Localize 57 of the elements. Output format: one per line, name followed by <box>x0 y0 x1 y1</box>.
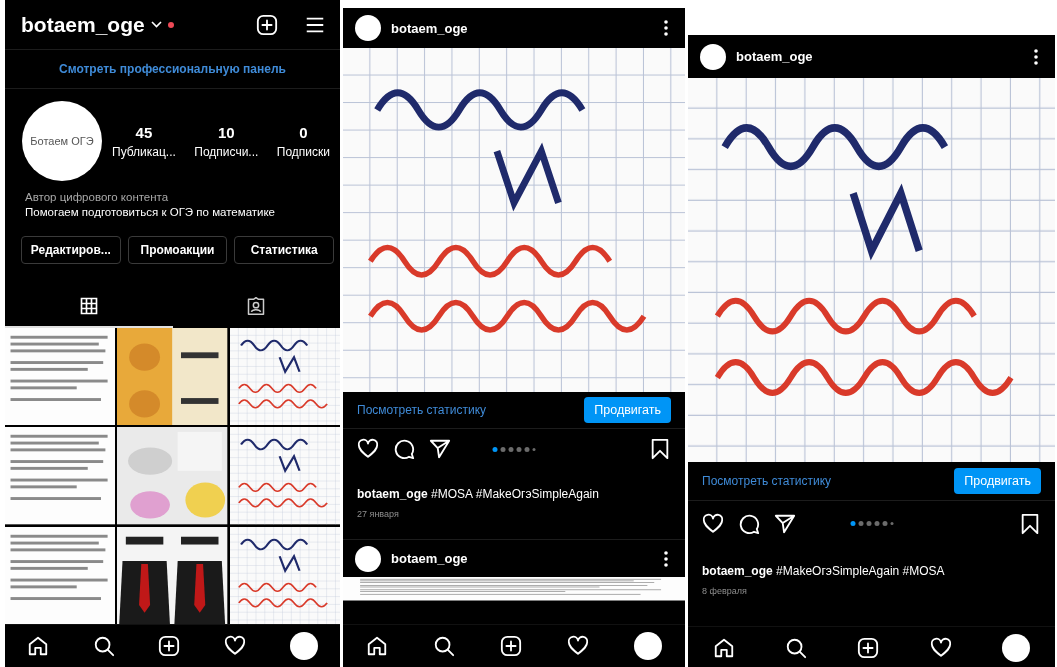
tagged-person-icon <box>246 296 267 316</box>
heart-icon[interactable] <box>929 637 952 659</box>
avatar-icon[interactable] <box>634 632 663 660</box>
post-caption: botaem_oge #MOSA #MakeOгэSimpleAgain <box>357 487 600 501</box>
more-icon[interactable] <box>663 19 669 37</box>
profile-category: Автор цифрового контента <box>25 191 170 203</box>
avatar-icon[interactable] <box>1001 634 1030 662</box>
home-icon[interactable] <box>713 637 736 659</box>
username[interactable]: botaem_oge <box>21 12 145 37</box>
profile-bio: Помогаем подготовиться к ОГЭ по математике <box>25 206 277 218</box>
search-icon[interactable] <box>432 635 455 657</box>
post-username[interactable]: botaem_oge <box>391 20 468 36</box>
grid-icon <box>78 296 99 316</box>
post-avatar[interactable] <box>355 15 381 41</box>
avatar-icon[interactable] <box>290 632 319 660</box>
heart-icon[interactable] <box>224 635 247 657</box>
comment-icon[interactable] <box>738 512 760 535</box>
send-icon[interactable] <box>774 512 796 535</box>
insights-link[interactable]: Посмотреть статистику <box>702 474 832 488</box>
add-icon[interactable] <box>857 637 880 659</box>
post-date: 27 января <box>357 509 400 519</box>
heart-icon[interactable] <box>357 438 379 460</box>
profile-button[interactable]: Промоакции <box>127 236 228 264</box>
stat-label[interactable]: Подписки <box>276 144 330 159</box>
profile-avatar[interactable]: Ботаем ОГЭ <box>22 101 102 181</box>
comment-icon[interactable] <box>393 438 415 460</box>
chevron-icon[interactable] <box>150 21 162 28</box>
stat-label[interactable]: Подписчи... <box>194 144 259 159</box>
search-icon[interactable] <box>92 635 115 657</box>
heart-icon[interactable] <box>567 635 590 657</box>
notification-dot <box>167 21 174 28</box>
add-icon[interactable] <box>158 635 181 657</box>
heart-icon[interactable] <box>702 512 724 535</box>
post-date: 8 февраля <box>702 586 748 596</box>
send-icon[interactable] <box>429 438 451 460</box>
profile-button[interactable]: Статистика <box>234 236 334 264</box>
add-icon[interactable] <box>499 635 522 657</box>
stat-count: 0 <box>299 123 308 141</box>
post-avatar[interactable] <box>355 545 381 572</box>
post-avatar[interactable] <box>700 43 726 70</box>
stat-count: 45 <box>135 123 153 141</box>
home-icon[interactable] <box>26 635 49 657</box>
post-username[interactable]: botaem_oge <box>736 49 813 64</box>
bookmark-icon[interactable] <box>649 438 671 460</box>
stat-label[interactable]: Публикац... <box>112 144 176 159</box>
more-icon[interactable] <box>663 549 669 568</box>
dashboard-link[interactable]: Смотреть профессиональную панель <box>59 62 286 76</box>
add-icon[interactable] <box>256 13 278 36</box>
more-icon[interactable] <box>1033 47 1039 66</box>
stat-count: 10 <box>218 123 235 141</box>
bookmark-icon[interactable] <box>1019 512 1041 535</box>
insights-link[interactable]: Посмотреть статистику <box>357 403 487 417</box>
home-icon[interactable] <box>365 635 388 657</box>
post-username[interactable]: botaem_oge <box>391 551 468 566</box>
post-caption: botaem_oge #MakeOгэSimpleAgain #MOSA <box>702 564 946 578</box>
search-icon[interactable] <box>785 637 808 659</box>
profile-button[interactable]: Редактиров... <box>21 236 121 264</box>
